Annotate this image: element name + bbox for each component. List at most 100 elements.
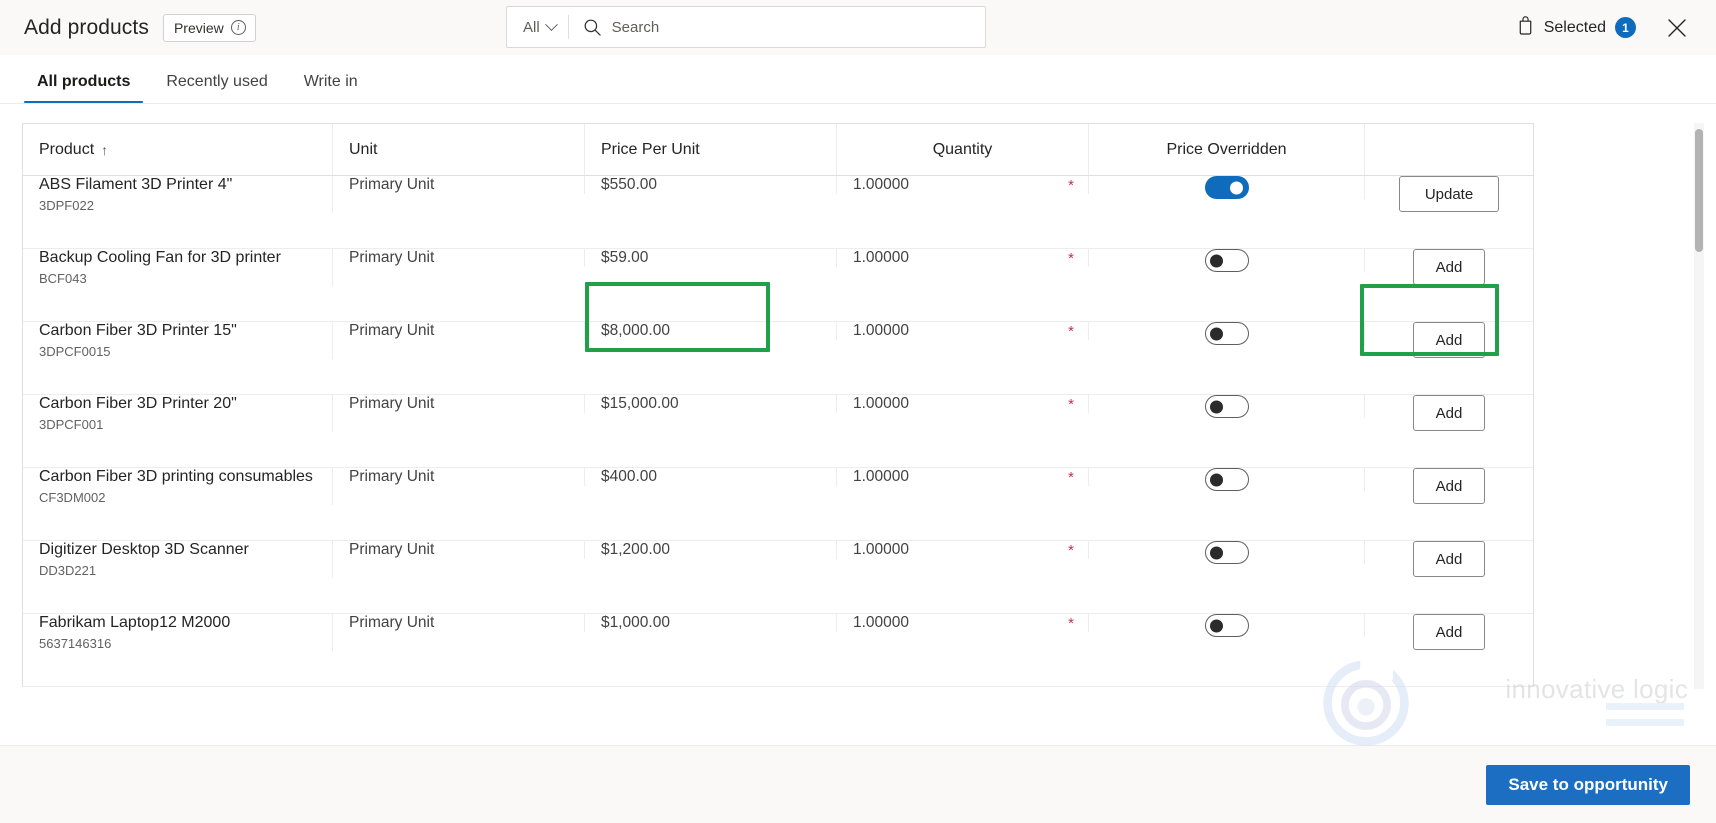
cell-quantity[interactable]: 1.00000 * — [837, 468, 1089, 486]
unit-value: Primary Unit — [349, 176, 435, 193]
products-table-area: Product ↑ Unit Price Per Unit Quantity P… — [0, 104, 1716, 745]
quantity-value: 1.00000 — [853, 322, 910, 339]
product-code: 3DPF022 — [39, 198, 94, 214]
selected-label: Selected — [1543, 18, 1606, 36]
table-row[interactable]: Fabrikam Laptop12 M2000 5637146316 Prima… — [23, 614, 1533, 687]
cell-quantity[interactable]: 1.00000 * — [837, 395, 1089, 413]
cell-price-per-unit[interactable]: $8,000.00 — [585, 322, 837, 340]
preview-badge[interactable]: Preview i — [162, 13, 256, 42]
table-row[interactable]: Carbon Fiber 3D printing consumables CF3… — [23, 468, 1533, 541]
cell-price-overridden — [1089, 249, 1365, 272]
cell-price-overridden — [1089, 468, 1365, 491]
tab-all-products[interactable]: All products — [24, 74, 144, 103]
add-button[interactable]: Add — [1413, 395, 1485, 431]
cell-unit: Primary Unit — [333, 176, 585, 194]
page-title: Add products — [24, 15, 149, 39]
add-button[interactable]: Add — [1413, 249, 1485, 285]
add-button[interactable]: Add — [1413, 468, 1485, 504]
cell-action: Add — [1365, 468, 1533, 504]
table-scrollbar[interactable] — [1694, 123, 1704, 689]
cell-quantity[interactable]: 1.00000 * — [837, 176, 1089, 194]
tab-recently-used[interactable]: Recently used — [153, 74, 280, 103]
cell-price-overridden — [1089, 395, 1365, 418]
search-input[interactable] — [611, 18, 985, 36]
column-header-product[interactable]: Product ↑ — [23, 124, 333, 175]
quantity-value: 1.00000 — [853, 176, 910, 193]
price-overridden-toggle[interactable] — [1204, 249, 1249, 272]
price-overridden-toggle[interactable] — [1204, 541, 1249, 564]
cell-quantity[interactable]: 1.00000 * — [837, 322, 1089, 340]
quantity-value: 1.00000 — [853, 249, 910, 266]
info-icon[interactable]: i — [230, 20, 246, 35]
cell-price-per-unit[interactable]: $59.00 — [585, 249, 837, 267]
save-to-opportunity-button[interactable]: Save to opportunity — [1486, 764, 1690, 805]
cell-quantity[interactable]: 1.00000 * — [837, 249, 1089, 267]
unit-value: Primary Unit — [349, 249, 435, 266]
price-overridden-toggle[interactable] — [1204, 176, 1249, 199]
product-code: BCF043 — [39, 271, 87, 287]
column-header-unit[interactable]: Unit — [333, 124, 585, 175]
column-header-quantity-label: Quantity — [932, 140, 993, 158]
table-row[interactable]: ABS Filament 3D Printer 4" 3DPF022 Prima… — [23, 176, 1533, 249]
search-scope-dropdown[interactable]: All — [507, 7, 568, 47]
required-indicator: * — [1068, 176, 1074, 194]
cell-price-per-unit[interactable]: $550.00 — [585, 176, 837, 194]
cell-action: Add — [1365, 541, 1533, 577]
selected-items-button[interactable]: Selected 1 — [1516, 15, 1636, 40]
price-overridden-toggle[interactable] — [1204, 322, 1249, 345]
cell-unit: Primary Unit — [333, 249, 585, 267]
chevron-down-icon — [544, 17, 558, 31]
product-code: CF3DM002 — [39, 490, 106, 506]
cell-unit: Primary Unit — [333, 614, 585, 632]
price-overridden-toggle[interactable] — [1204, 395, 1249, 418]
header-right: Selected 1 — [1516, 13, 1716, 43]
sort-ascending-icon: ↑ — [101, 141, 109, 158]
add-button[interactable]: Add — [1413, 541, 1485, 577]
price-overridden-toggle[interactable] — [1204, 468, 1249, 491]
price-value: $8,000.00 — [601, 322, 670, 339]
column-header-unit-label: Unit — [349, 140, 378, 158]
cell-price-overridden — [1089, 541, 1365, 564]
column-header-product-label: Product — [39, 140, 95, 158]
column-header-quantity[interactable]: Quantity — [837, 124, 1089, 175]
search-bar[interactable]: All — [506, 6, 986, 48]
price-overridden-toggle[interactable] — [1204, 614, 1249, 637]
table-row[interactable]: Backup Cooling Fan for 3D printer BCF043… — [23, 249, 1533, 322]
column-header-price-overridden[interactable]: Price Overridden — [1089, 124, 1365, 175]
product-code: 3DPCF001 — [39, 417, 104, 433]
column-header-price-per-unit[interactable]: Price Per Unit — [585, 124, 837, 175]
close-icon[interactable] — [1662, 13, 1692, 43]
table-row[interactable]: Digitizer Desktop 3D Scanner DD3D221 Pri… — [23, 541, 1533, 614]
cell-unit: Primary Unit — [333, 395, 585, 413]
update-button[interactable]: Update — [1399, 176, 1499, 212]
required-indicator: * — [1068, 468, 1074, 486]
product-name: Fabrikam Laptop12 M2000 — [39, 614, 231, 631]
dialog-header: Add products Preview i All Search Select… — [0, 0, 1716, 55]
cell-product: ABS Filament 3D Printer 4" 3DPF022 — [23, 176, 333, 214]
product-name: Digitizer Desktop 3D Scanner — [39, 541, 249, 558]
tab-write-in[interactable]: Write in — [291, 74, 371, 103]
product-name: Carbon Fiber 3D Printer 20" — [39, 395, 237, 412]
add-button[interactable]: Add — [1413, 322, 1485, 358]
table-row[interactable]: Carbon Fiber 3D Printer 20" 3DPCF001 Pri… — [23, 395, 1533, 468]
required-indicator: * — [1068, 395, 1074, 413]
cell-price-per-unit[interactable]: $1,200.00 — [585, 541, 837, 559]
cell-quantity[interactable]: 1.00000 * — [837, 541, 1089, 559]
scrollbar-thumb[interactable] — [1695, 129, 1703, 252]
product-name: Backup Cooling Fan for 3D printer — [39, 249, 281, 266]
cell-price-per-unit[interactable]: $400.00 — [585, 468, 837, 486]
required-indicator: * — [1068, 322, 1074, 340]
products-table: Product ↑ Unit Price Per Unit Quantity P… — [22, 123, 1534, 687]
cell-product: Carbon Fiber 3D Printer 15" 3DPCF0015 — [23, 322, 333, 360]
required-indicator: * — [1068, 249, 1074, 267]
table-row[interactable]: Carbon Fiber 3D Printer 15" 3DPCF0015 Pr… — [23, 322, 1533, 395]
product-code: DD3D221 — [39, 563, 97, 579]
price-value: $59.00 — [601, 249, 649, 266]
product-name: ABS Filament 3D Printer 4" — [39, 176, 233, 193]
cell-action: Add — [1365, 322, 1533, 358]
cell-price-per-unit[interactable]: $15,000.00 — [585, 395, 837, 413]
cell-price-per-unit[interactable]: $1,000.00 — [585, 614, 837, 632]
tab-bar: All products Recently used Write in — [0, 55, 1716, 104]
add-button[interactable]: Add — [1413, 614, 1485, 650]
cell-quantity[interactable]: 1.00000 * — [837, 614, 1089, 632]
